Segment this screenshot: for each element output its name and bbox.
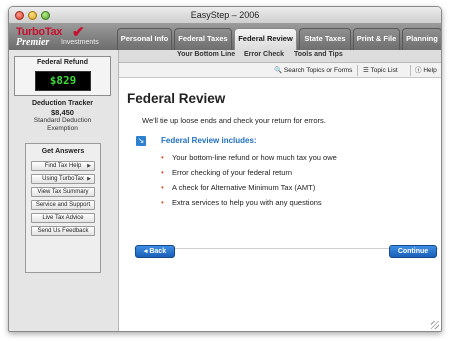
- subnav-error-check[interactable]: Error Check: [244, 51, 284, 58]
- toolbar: 🔍 Search Topics or Forms ☰ Topic List ⓘ …: [119, 63, 441, 78]
- resize-handle[interactable]: [431, 321, 439, 329]
- help-icon: ⓘ: [415, 67, 422, 74]
- help-label: Help: [423, 67, 437, 74]
- get-answers-title: Get Answers: [41, 148, 85, 155]
- using-turbotax-label: Using TurboTax: [42, 176, 84, 182]
- help-button[interactable]: ⓘ Help: [415, 65, 437, 76]
- send-us-feedback-button[interactable]: Send Us Feedback: [31, 226, 95, 236]
- topic-list-label: Topic List: [370, 67, 398, 74]
- main-content: Federal Review We'll tie up loose ends a…: [119, 79, 441, 331]
- tab-federal-taxes[interactable]: Federal Taxes: [174, 28, 232, 50]
- service-and-support-button[interactable]: Service and Support: [31, 200, 95, 210]
- window-title: EasyStep – 2006: [190, 10, 260, 20]
- search-icon: 🔍: [274, 67, 283, 74]
- list-item-text: Your bottom-line refund or how much tax …: [172, 153, 337, 162]
- search-topics-button[interactable]: 🔍 Search Topics or Forms: [274, 65, 352, 76]
- turbotax-logo: TurboTax ✔ Premier Investments: [12, 24, 112, 49]
- deduction-note-exemption: Exemption: [47, 124, 78, 132]
- subnav-tools-and-tips[interactable]: Tools and Tips: [294, 51, 343, 58]
- deduction-note-standard: Standard Deduction: [33, 117, 92, 124]
- tab-personal-info[interactable]: Personal Info: [117, 28, 172, 50]
- back-label: Back: [149, 248, 167, 255]
- title-bar: EasyStep – 2006: [9, 7, 441, 24]
- federal-refund-value: $829: [35, 71, 91, 91]
- back-button[interactable]: ◂ Back: [135, 245, 175, 258]
- toolbar-divider: [357, 65, 358, 76]
- intro-text: We'll tie up loose ends and check your r…: [142, 116, 326, 125]
- subnav-your-bottom-line[interactable]: Your Bottom Line: [177, 51, 235, 58]
- deduction-tracker-title: Deduction Tracker: [31, 100, 94, 107]
- federal-refund-label: Federal Refund: [37, 59, 88, 66]
- topic-list-button[interactable]: ☰ Topic List: [363, 65, 398, 76]
- tab-planning[interactable]: Planning: [402, 28, 441, 50]
- toolbar-divider: [410, 65, 411, 76]
- get-answers-panel: Get Answers Find Tax Help ▶ Using TurboT…: [25, 143, 101, 273]
- tab-federal-review[interactable]: Federal Review: [234, 28, 297, 50]
- live-tax-advice-button[interactable]: Live Tax Advice: [31, 213, 95, 223]
- list-item-text: A check for Alternative Minimum Tax (AMT…: [172, 183, 316, 192]
- logo-edition: Premier: [16, 37, 50, 48]
- search-topics-label: Search Topics or Forms: [283, 67, 353, 74]
- arrow-down-right-icon: ↘: [136, 136, 146, 146]
- includes-heading: Federal Review includes:: [161, 136, 257, 145]
- arrow-right-icon: ▶: [87, 176, 91, 182]
- view-tax-summary-button[interactable]: View Tax Summary: [31, 187, 95, 197]
- deduction-tracker-value: $8,450: [51, 108, 74, 117]
- bullet-icon: •: [161, 198, 164, 207]
- chevron-left-icon: ◂: [143, 248, 148, 255]
- logo-suffix: Investments: [61, 39, 99, 46]
- list-item-text: Error checking of your federal return: [172, 168, 293, 177]
- find-tax-help-button[interactable]: Find Tax Help ▶: [31, 161, 95, 171]
- app-header: TurboTax ✔ Premier Investments Personal …: [9, 24, 441, 50]
- tab-print-file[interactable]: Print & File: [353, 28, 400, 50]
- list-item-text: Extra services to help you with any ques…: [172, 198, 322, 207]
- using-turbotax-button[interactable]: Using TurboTax ▶: [31, 174, 95, 184]
- find-tax-help-label: Find Tax Help: [44, 163, 82, 169]
- deduction-tracker: Deduction Tracker $8,450 Standard Deduct…: [14, 100, 111, 138]
- continue-button[interactable]: Continue: [389, 245, 437, 258]
- page-title: Federal Review: [127, 91, 226, 106]
- bullet-icon: •: [161, 168, 164, 177]
- tab-state-taxes[interactable]: State Taxes: [299, 28, 351, 50]
- arrow-right-icon: ▶: [87, 163, 91, 169]
- bullet-icon: •: [161, 153, 164, 162]
- bullet-icon: •: [161, 183, 164, 192]
- sidebar: Federal Refund $829 Deduction Tracker $8…: [9, 50, 119, 331]
- app-window: EasyStep – 2006 TurboTax ✔ Premier Inves…: [8, 6, 442, 332]
- federal-refund-box: Federal Refund $829: [14, 56, 111, 96]
- list-icon: ☰: [363, 67, 369, 74]
